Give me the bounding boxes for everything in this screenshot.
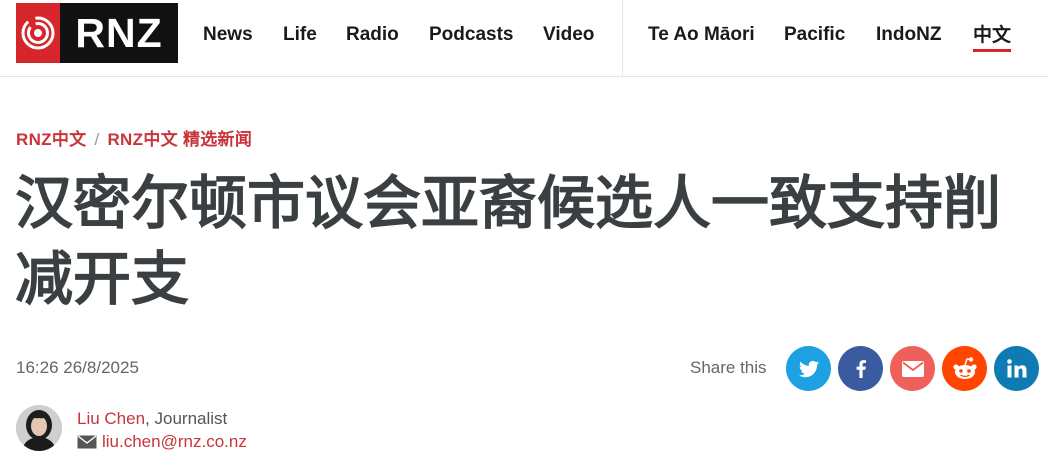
rnz-logo[interactable]: RNZ [16, 3, 178, 63]
nav-item-pacific[interactable]: Pacific [784, 22, 845, 48]
site-header: RNZ News Life Radio Podcasts Video Te Ao… [0, 0, 1048, 77]
author-name-link[interactable]: Liu Chen [77, 409, 145, 428]
author-email-row: liu.chen@rnz.co.nz [77, 432, 247, 452]
nav-item-radio[interactable]: Radio [346, 22, 399, 48]
breadcrumb-link-rnz-chinese[interactable]: RNZ中文 [16, 130, 86, 149]
share-label: Share this [690, 358, 767, 377]
nav-item-life[interactable]: Life [283, 22, 317, 48]
share-facebook-button[interactable] [838, 346, 883, 391]
email-icon [901, 360, 924, 377]
share-reddit-button[interactable] [942, 346, 987, 391]
twitter-icon [798, 360, 819, 377]
breadcrumb-separator: / [94, 130, 100, 149]
nav-item-video[interactable]: Video [543, 22, 594, 48]
breadcrumb-link-featured-news[interactable]: RNZ中文 精选新闻 [107, 130, 252, 149]
linkedin-icon [1006, 358, 1026, 377]
facebook-icon [856, 359, 866, 378]
author-byline: Liu Chen, Journalist [77, 409, 227, 429]
nav-item-news[interactable]: News [203, 22, 253, 48]
share-linkedin-button[interactable] [994, 346, 1039, 391]
share-twitter-button[interactable] [786, 346, 831, 391]
nav-item-te-ao-maori[interactable]: Te Ao Māori [648, 22, 755, 48]
rnz-logo-mark-icon [16, 3, 60, 63]
author-avatar[interactable] [16, 405, 62, 451]
mail-icon [77, 435, 97, 449]
article-timestamp: 16:26 26/8/2025 [16, 358, 139, 377]
nav-item-podcasts[interactable]: Podcasts [429, 22, 513, 48]
author-email-link[interactable]: liu.chen@rnz.co.nz [102, 432, 247, 452]
nav-item-indonz[interactable]: IndoNZ [876, 22, 941, 48]
article-headline: 汉密尔顿市议会亚裔候选人一致支持削减开支 [15, 169, 1002, 313]
share-email-button[interactable] [890, 346, 935, 391]
logo-text: RNZ [60, 3, 178, 63]
breadcrumb: RNZ中文 / RNZ中文 精选新闻 [16, 125, 252, 150]
nav-divider [622, 0, 623, 77]
reddit-icon [952, 356, 977, 379]
nav-item-chinese[interactable]: 中文 [973, 22, 1012, 52]
author-role: , Journalist [145, 409, 228, 428]
